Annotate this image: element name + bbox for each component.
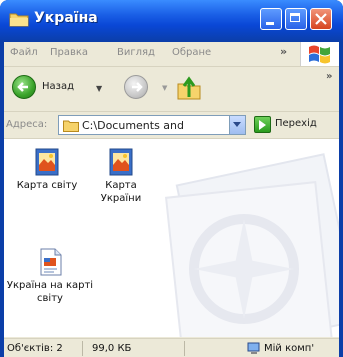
my-computer-icon [247, 342, 260, 354]
menu-bar: Файл Правка Вигляд Обране » [4, 42, 339, 67]
bitmap-image-icon [109, 148, 133, 176]
file-name: Україна на карті світу [6, 280, 94, 304]
address-label: Адреса: [6, 119, 48, 130]
folder-icon [63, 120, 79, 132]
go-label: Перехід [275, 118, 317, 129]
up-folder-button[interactable] [176, 75, 202, 101]
file-item[interactable]: Карта світу [4, 147, 92, 192]
windows-flag-icon [309, 45, 330, 64]
back-arrow-icon [12, 75, 36, 99]
document-icon [40, 248, 62, 276]
status-size: 99,0 КБ [92, 343, 132, 354]
maximize-button[interactable] [285, 8, 307, 30]
address-dropdown-button[interactable] [229, 116, 245, 134]
forward-button[interactable] [124, 75, 148, 99]
file-item[interactable]: Україна на карті світу [4, 247, 100, 305]
toolbar-overflow-chevron[interactable]: » [326, 71, 332, 82]
close-icon [315, 13, 327, 25]
folder-watermark [164, 153, 339, 337]
window-client: Файл Правка Вигляд Обране » Назад ▼ ▼ » … [4, 42, 339, 357]
address-input[interactable]: C:\Documents and [58, 115, 246, 135]
menu-edit[interactable]: Правка [50, 47, 88, 58]
windows-logo [300, 42, 339, 66]
menu-view[interactable]: Вигляд [117, 47, 155, 58]
bitmap-image-icon [35, 148, 59, 176]
status-bar: Об'єктів: 2 99,0 КБ Мій комп' [4, 338, 339, 357]
back-label: Назад [42, 81, 75, 92]
minimize-button[interactable] [260, 8, 282, 30]
status-object-count: Об'єктів: 2 [7, 343, 63, 354]
window-title: Україна [34, 10, 98, 26]
file-item[interactable]: Карта України [84, 147, 158, 205]
title-bar[interactable]: Україна [0, 0, 343, 42]
go-arrow-icon [254, 116, 271, 133]
explorer-window: Україна Файл Правка Вигляд Обране » Наза… [0, 0, 343, 357]
forward-dropdown-icon[interactable]: ▼ [162, 84, 167, 92]
file-name: Карта України [100, 180, 142, 204]
menu-file[interactable]: Файл [10, 47, 38, 58]
back-button[interactable]: Назад ▼ [12, 75, 104, 101]
status-separator [184, 341, 185, 356]
close-button[interactable] [310, 8, 332, 30]
menu-overflow-chevron[interactable]: » [280, 45, 287, 58]
address-bar: Адреса: C:\Documents and Перехід [4, 112, 339, 139]
status-location: Мій комп' [264, 343, 315, 354]
folder-icon [9, 13, 29, 27]
file-list[interactable]: Карта світу Карта України Україна на кар… [4, 139, 339, 337]
back-dropdown-icon[interactable]: ▼ [96, 84, 102, 93]
file-name: Карта світу [16, 180, 78, 191]
go-button[interactable]: Перехід [254, 115, 334, 135]
address-value: C:\Documents and [82, 119, 185, 132]
status-separator [82, 341, 83, 356]
forward-arrow-icon [132, 82, 143, 92]
menu-favorites[interactable]: Обране [172, 47, 211, 58]
toolbar: Назад ▼ ▼ » [4, 67, 339, 112]
